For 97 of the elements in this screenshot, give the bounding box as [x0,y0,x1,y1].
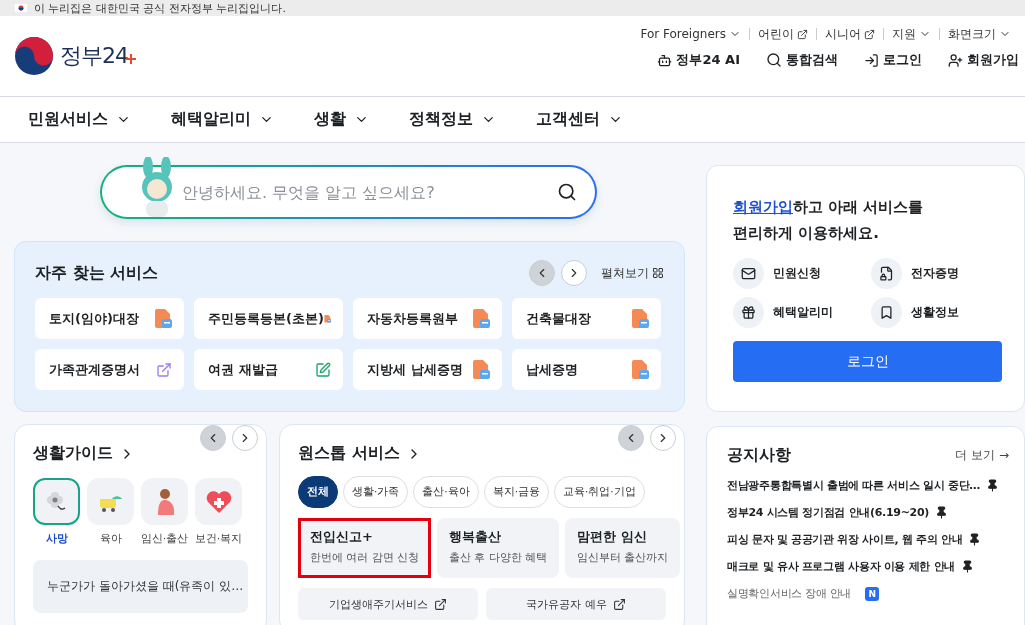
banner-text: 이 누리집은 대한민국 공식 전자정부 누리집입니다. [34,0,286,16]
next-button[interactable] [561,260,587,286]
filter-chip[interactable]: 교육·취업·기업 [554,476,645,508]
previous-button[interactable] [529,260,555,286]
logo-text[interactable]: 정부24 [60,41,128,71]
notice-link[interactable]: 전남광주통합특별시 출범에 따른 서비스 일시 중단… [727,478,1006,493]
tile-title: 맘편한 임신 [577,528,648,546]
filter-chip[interactable]: 전체 [298,476,338,508]
tile-subtitle: 임신부터 출산까지 [577,551,669,565]
member-service-link[interactable]: 혜택알리미 [733,297,871,328]
nav-menu-item[interactable]: 생활 [314,109,369,130]
tile-subtitle: 출산 후 다양한 혜택 [449,551,548,565]
member-service-link[interactable]: 민원신청 [733,258,871,289]
nav-menu-item[interactable]: 정책정보 [409,109,496,130]
notice-link[interactable]: 실명확인서비스 장애 안내 N [727,586,1006,601]
heart-plus-icon [205,489,232,514]
header-action-link[interactable]: 정부24 AI [657,51,740,69]
search-field[interactable]: 안녕하세요. 무엇을 알고 싶으세요? [100,165,597,219]
login-button[interactable]: 로그인 [733,341,1002,382]
external-link-icon [156,361,172,378]
service-card[interactable]: 여권 재발급 [194,349,343,390]
service-card[interactable]: 건축물대장 [512,298,661,339]
notice-link[interactable]: 피싱 문자 및 공공기관 위장 사이트, 웹 주의 안내 [727,532,1006,547]
bookmark-icon [879,305,894,320]
next-button[interactable] [232,425,258,451]
filter-chip[interactable]: 출산·육아 [413,476,479,508]
logo-emblem-icon [14,36,54,76]
utility-link[interactable]: 어린이 [749,28,816,40]
robot-icon [657,52,673,68]
tile-subtitle: 한번에 여러 감면 신청 [310,551,419,565]
nav-menu-item[interactable]: 고객센터 [536,109,623,130]
service-tile[interactable]: 맘편한 임신 임신부터 출산까지 [565,518,681,578]
search-input[interactable]: 안녕하세요. 무엇을 알고 싶으세요? [180,181,557,203]
next-button[interactable] [650,425,676,451]
flag-icon [14,3,28,13]
new-badge: N [865,586,880,601]
service-card[interactable]: 주민등록등본(초본) [194,298,343,339]
header-action-link[interactable]: 로그인 [864,51,922,69]
document-icon [472,308,490,329]
service-tile[interactable]: 행복출산 출산 후 다양한 혜택 [437,518,560,578]
external-service-link[interactable]: 국가유공자 예우 [486,588,666,620]
previous-button[interactable] [618,425,644,451]
service-card[interactable]: 토지(임야)대장 [35,298,184,339]
document-icon [631,308,649,329]
tile-title: 전입신고+ [310,528,374,546]
pin-icon [961,560,974,573]
expand-link[interactable]: 펼쳐보기 [601,264,664,282]
user-plus-icon [948,52,963,68]
utility-link[interactable]: 시니어 [816,28,883,40]
document-icon [631,359,649,380]
more-link[interactable]: 더 보기 → [955,447,1009,464]
header-action-link[interactable]: 회원가입 [948,51,1019,69]
member-service-link[interactable]: 전자증명 [871,258,1001,289]
external-link-icon [612,597,626,611]
header-action-link[interactable]: 통합검색 [766,51,838,69]
pin-icon [986,479,1000,492]
service-card[interactable]: 자동차등록원부 [353,298,502,339]
document-icon [154,308,172,329]
section-title-link[interactable]: 생활가이드 [33,443,248,464]
grid-icon [652,267,664,279]
join-link[interactable]: 회원가입 [733,198,793,216]
member-service-link[interactable]: 생활정보 [871,297,1001,328]
notice-link[interactable]: 정부24 시스템 정기점검 안내(6.19~20) [727,505,1006,520]
previous-button[interactable] [200,425,226,451]
plus-icon [126,54,136,64]
utility-link[interactable]: For Foreigners [632,28,749,40]
section-title: 공지사항 [727,445,791,466]
document-lock-icon [879,266,894,281]
search-icon [766,52,782,68]
section-title-link[interactable]: 원스톱 서비스 [298,443,666,464]
mail-icon [741,266,756,281]
external-link-icon [797,28,808,40]
login-icon [864,52,879,68]
search-icon[interactable] [557,182,577,202]
gift-icon [741,305,756,320]
nav-menu-item[interactable]: 민원서비스 [28,109,131,130]
utility-link[interactable]: 화면크기 [939,28,1019,40]
service-card[interactable]: 납세증명 [512,349,661,390]
section-title: 자주 찾는 서비스 [35,262,159,284]
service-card[interactable]: 가족관계증명서 [35,349,184,390]
filter-chip[interactable]: 생활·가족 [343,476,409,508]
external-service-link[interactable]: 기업생애주기서비스 [298,588,478,620]
notice-link[interactable]: 매크로 및 유사 프로그램 사용자 이용 제한 안내 [727,559,1006,574]
utility-link[interactable]: 지원 [883,28,939,40]
external-link-icon [434,597,447,611]
pin-icon [968,533,982,546]
service-tile[interactable]: 전입신고+ 한번에 여러 감면 신청 [298,518,431,578]
nav-menu-item[interactable]: 혜택알리미 [171,109,274,130]
guide-link[interactable]: 누군가가 돌아가셨을 때(유족이 있… [33,560,248,613]
member-message: 회원가입하고 아래 서비스를 편리하게 이용하세요. [733,197,925,244]
service-card[interactable]: 지방세 납세증명 [353,349,502,390]
filter-chip[interactable]: 복지·금융 [483,476,550,508]
document-icon [472,359,490,380]
pin-icon [935,506,949,519]
tile-title: 행복출산 [449,528,502,546]
edit-icon [315,361,331,378]
external-link-icon [864,28,875,40]
